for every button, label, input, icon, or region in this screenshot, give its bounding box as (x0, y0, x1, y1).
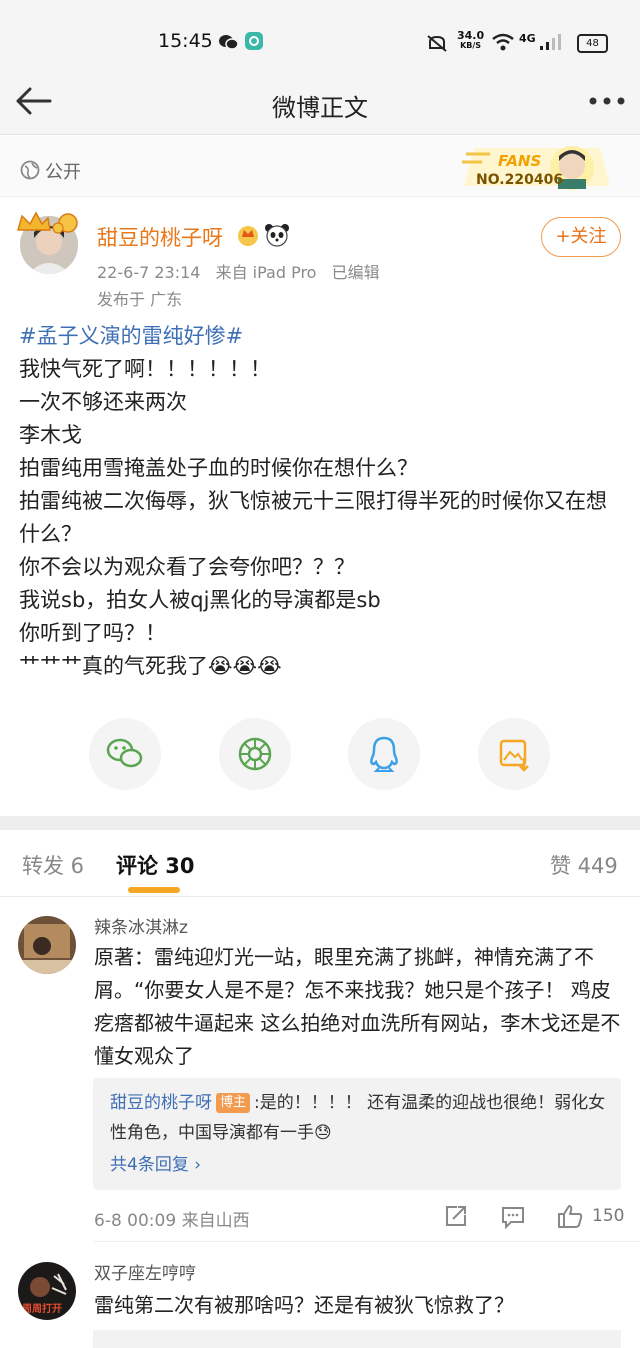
share-qq-button[interactable] (348, 718, 420, 790)
moments-icon (238, 737, 272, 771)
post-line: 拍雷纯被二次侮辱，狄飞惊被元十三限打得半死的时候你又在想什么？ (19, 489, 607, 546)
post-line: 一次不够还来两次 (19, 390, 187, 414)
post-line: 拍雷纯用雪掩盖处子血的时候你在想什么？ (19, 456, 418, 480)
post-line: 我快气死了啊！！！！！！ (19, 357, 271, 381)
comment-text: 原著：雷纯迎灯光一站，眼里充满了挑衅，神情充满了不屑。“你要女人是不是？怎不来找… (94, 945, 621, 1068)
fans-number: NO.220406 (476, 172, 564, 188)
post-line: 你听到了吗？！ (19, 621, 166, 645)
post-location: 发布于 广东 (97, 290, 183, 309)
comment-meta: 6-8 00:09 来自山西 (94, 1211, 250, 1231)
network-type: 4G (519, 32, 536, 45)
comment-username[interactable]: 辣条冰淇淋z (94, 913, 188, 938)
vip-crown-icon (17, 211, 78, 234)
signal-icon (540, 34, 561, 50)
status-time: 15:45 (158, 30, 213, 52)
like-icon[interactable] (557, 1203, 583, 1229)
comment-icon[interactable] (501, 1205, 525, 1229)
tab-repost[interactable]: 转发 6 (22, 850, 84, 880)
post-line: 我说sb，拍女人被qj黑化的导演都是sb (19, 588, 381, 612)
owner-badge: 博主 (216, 1093, 251, 1113)
avatar-caption: 周周打开 (22, 1304, 62, 1315)
save-image-icon (499, 739, 529, 772)
section-divider (0, 816, 640, 830)
post-line: 李木戈 (19, 423, 82, 447)
tab-like[interactable]: 赞 449 (550, 850, 618, 880)
follow-button[interactable]: +关注 (541, 217, 621, 257)
app-notification-icon (245, 32, 263, 50)
comment-username[interactable]: 双子座左哼哼 (94, 1259, 196, 1284)
wifi-icon (492, 33, 514, 51)
author-name[interactable]: 甜豆的桃子呀 (97, 222, 223, 252)
topic-link[interactable]: #孟子义演的雷纯好惨# (19, 320, 619, 353)
more-dots-icon[interactable] (588, 96, 626, 106)
comment-text: 雷纯第二次有被那啥吗？还是有被狄飞惊救了？ (94, 1293, 514, 1317)
reply-author[interactable]: 甜豆的桃子呀 (110, 1093, 212, 1113)
post-meta: 22-6-7 23:14 来自 iPad Pro 已编辑 (97, 259, 390, 283)
post-body: #孟子义演的雷纯好惨# 我快气死了啊！！！！！！ 一次不够还来两次 李木戈 拍雷… (19, 320, 619, 683)
panda-icon (265, 224, 289, 247)
net-speed: 34.0 KB/S (457, 29, 485, 50)
share-moments-button[interactable] (219, 718, 291, 790)
wechat-notification-icon (219, 35, 238, 50)
post-line: 你不会以为观众看了会夸你吧？？？ (19, 555, 355, 579)
comment-avatar[interactable] (18, 916, 76, 974)
visibility-label: 公开 (45, 162, 81, 183)
more-replies-link[interactable]: 共4条回复 › (110, 1150, 201, 1175)
repost-icon[interactable] (444, 1204, 468, 1228)
share-wechat-button[interactable] (89, 718, 161, 790)
tab-comment[interactable]: 评论 30 (116, 850, 195, 880)
battery-indicator: 48 (577, 34, 608, 53)
tabs-divider (0, 896, 640, 897)
wechat-icon (106, 738, 143, 768)
active-tab-indicator (128, 887, 180, 893)
mute-icon (427, 35, 447, 52)
qq-icon (370, 736, 398, 772)
post-source: 来自 iPad Pro (215, 263, 317, 282)
crown-badge-icon (238, 226, 258, 246)
post-line: 艹艹艹真的气死我了😭😭😭 (19, 654, 282, 678)
post-time: 22-6-7 23:14 (97, 263, 201, 282)
reply-preview[interactable] (93, 1330, 621, 1348)
reply-content: 甜豆的桃子呀 博主:是的！！！！ 还有温柔的迎战也很绝！弱化女性角色，中国导演都有… (110, 1088, 610, 1148)
page-title: 微博正文 (272, 94, 368, 122)
comment-like-count: 150 (592, 1206, 625, 1226)
post-edited[interactable]: 已编辑 (332, 263, 380, 282)
comment-separator (94, 1241, 640, 1242)
save-image-button[interactable] (478, 718, 550, 790)
fans-word: FANS (498, 152, 542, 170)
comment-avatar[interactable]: 周周打开 (18, 1262, 76, 1320)
globe-icon (20, 160, 40, 180)
